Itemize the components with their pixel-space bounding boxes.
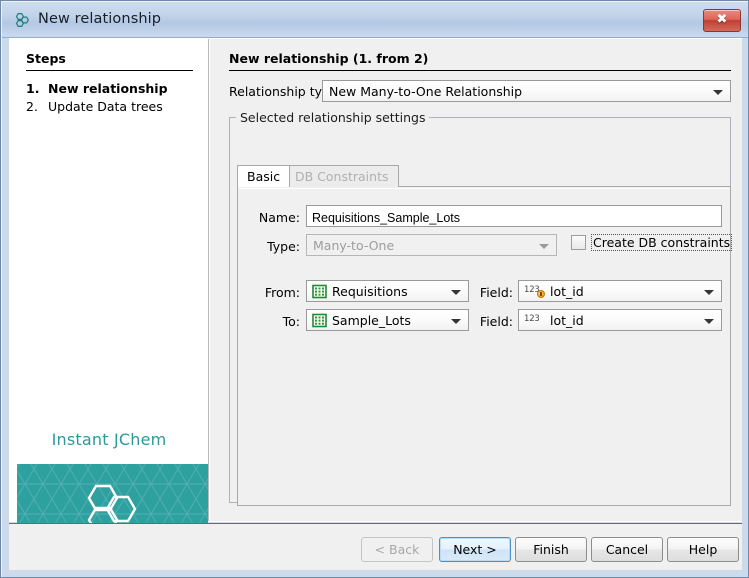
- chevron-down-icon: [704, 319, 714, 324]
- new-relationship-dialog: New relationship ✖ Steps 1.New relations…: [0, 0, 749, 578]
- help-button[interactable]: Help: [667, 537, 739, 562]
- table-grid-icon: [312, 313, 327, 328]
- step-item-1: 1.New relationship: [26, 81, 168, 96]
- tab-db-constraints[interactable]: DB Constraints: [285, 165, 399, 187]
- name-input[interactable]: [306, 205, 722, 227]
- dialog-button-bar: < Back Next > Finish Cancel Help: [9, 523, 742, 570]
- step-item-2: 2.Update Data trees: [26, 99, 163, 114]
- type-select: Many-to-One: [306, 234, 557, 256]
- tab-basic-label: Basic: [247, 169, 280, 184]
- chevron-down-icon: [451, 290, 461, 295]
- window-title: New relationship: [38, 11, 161, 27]
- chevron-down-icon: [713, 90, 723, 95]
- table-grid-icon: [312, 284, 327, 299]
- chevron-down-icon: [539, 244, 549, 249]
- close-icon: ✖: [704, 12, 740, 27]
- step-label: New relationship: [48, 81, 168, 96]
- checkbox-box-icon: [571, 235, 586, 250]
- to-table-select[interactable]: Sample_Lots: [306, 309, 469, 331]
- from-field-select[interactable]: 123 lot_id: [518, 280, 722, 302]
- to-field-value: lot_id: [550, 313, 699, 328]
- primary-key-badge-icon: [537, 290, 545, 298]
- tab-db-constraints-label: DB Constraints: [295, 169, 389, 184]
- step-label: Update Data trees: [48, 99, 163, 114]
- group-title: Selected relationship settings: [236, 110, 429, 125]
- jchem-molecule-icon: [13, 11, 31, 29]
- from-table-select[interactable]: Requisitions: [306, 280, 469, 302]
- steps-heading: Steps: [26, 51, 66, 66]
- steps-divider: [26, 70, 193, 71]
- back-button[interactable]: < Back: [361, 537, 433, 562]
- title-bar: New relationship ✖: [2, 2, 749, 38]
- step-number: 1.: [26, 81, 48, 96]
- steps-panel: Steps 1.New relationship 2.Update Data t…: [10, 39, 209, 521]
- type-value: Many-to-One: [313, 238, 534, 253]
- to-field-label: Field:: [475, 314, 513, 329]
- content-area: Steps 1.New relationship 2.Update Data t…: [9, 38, 742, 522]
- from-field-label: Field:: [475, 285, 513, 300]
- relationship-type-value: New Many-to-One Relationship: [329, 84, 708, 99]
- chevron-down-icon: [704, 290, 714, 295]
- from-table-value: Requisitions: [332, 284, 446, 299]
- from-field-value: lot_id: [550, 284, 699, 299]
- step-number: 2.: [26, 99, 48, 114]
- finish-button[interactable]: Finish: [515, 537, 587, 562]
- tab-basic[interactable]: Basic: [237, 165, 290, 187]
- to-label: To:: [248, 314, 300, 329]
- next-button[interactable]: Next >: [439, 537, 511, 562]
- name-label: Name:: [248, 210, 300, 225]
- cancel-button[interactable]: Cancel: [591, 537, 663, 562]
- from-label: From:: [248, 285, 300, 300]
- brand-name: Instant JChem: [10, 430, 208, 449]
- page-title-divider: [229, 70, 731, 71]
- to-field-select[interactable]: 123 lot_id: [518, 309, 722, 331]
- chevron-down-icon: [451, 319, 461, 324]
- relationship-type-select[interactable]: New Many-to-One Relationship: [322, 80, 731, 102]
- create-db-constraints-label: Create DB constraints: [591, 234, 732, 251]
- settings-tabs: Basic DB Constraints: [237, 165, 731, 187]
- type-label: Type:: [248, 239, 300, 254]
- page-title: New relationship (1. from 2): [229, 51, 428, 66]
- to-table-value: Sample_Lots: [332, 313, 446, 328]
- number-123-icon: 123: [524, 314, 546, 328]
- close-button[interactable]: ✖: [703, 9, 741, 32]
- dialog-frame: Steps 1.New relationship 2.Update Data t…: [2, 38, 749, 578]
